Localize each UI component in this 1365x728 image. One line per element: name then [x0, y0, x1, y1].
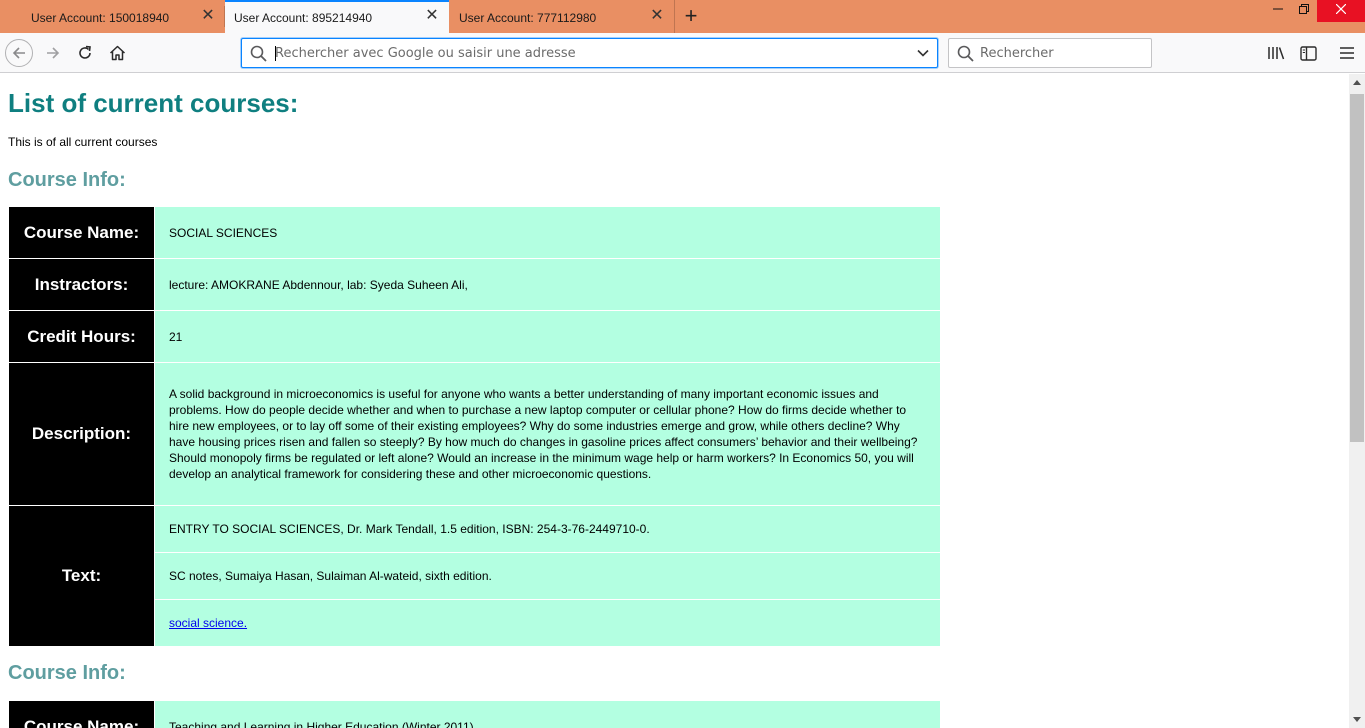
back-button[interactable]: [5, 39, 33, 67]
reload-button[interactable]: [71, 39, 99, 67]
address-bar[interactable]: [241, 38, 938, 68]
hamburger-menu-icon: [1340, 47, 1354, 59]
address-input[interactable]: [275, 44, 905, 62]
row-label: Credit Hours:: [9, 311, 154, 362]
description-value: A solid background in microeconomics is …: [155, 363, 940, 505]
page-title: List of current courses:: [8, 88, 299, 118]
tab-user-account-2[interactable]: User Account: 895214940 ✕: [225, 0, 449, 33]
page-viewport: List of current courses: This is of all …: [0, 74, 1349, 728]
row-label: Instractors:: [9, 259, 154, 310]
reload-icon: [79, 45, 91, 59]
sidebar-toggle-button[interactable]: [1297, 42, 1319, 64]
close-icon: [1335, 3, 1347, 15]
table-row: Course Name: SOCIAL SCIENCES: [9, 207, 940, 258]
table-row: Text: ENTRY TO SOCIAL SCIENCES, Dr. Mark…: [9, 506, 940, 646]
tab-user-account-1[interactable]: User Account: 150018940 ✕: [0, 0, 225, 33]
navigation-toolbar: [0, 33, 1365, 73]
home-icon: [109, 45, 125, 61]
textbook-link[interactable]: social science.: [169, 616, 247, 630]
back-arrow-icon: [12, 47, 25, 59]
course-info-heading: Course Info:: [8, 169, 126, 191]
tab-title: User Account: 895214940: [234, 11, 373, 25]
forward-arrow-icon: [47, 47, 60, 59]
course-info-table: Course Name: Teaching and Learning in Hi…: [8, 700, 941, 728]
caret-down-icon: [1353, 717, 1361, 722]
search-icon: [957, 45, 974, 62]
restore-icon: [1299, 4, 1309, 14]
search-input[interactable]: [980, 44, 1145, 62]
search-bar[interactable]: [948, 38, 1152, 68]
scroll-down-button[interactable]: [1349, 711, 1365, 728]
course-info-heading: Course Info:: [8, 662, 126, 684]
minimize-window-button[interactable]: [1266, 0, 1290, 22]
course-name-value: SOCIAL SCIENCES: [155, 207, 940, 258]
close-tab-icon[interactable]: ✕: [650, 8, 664, 24]
credit-hours-value: 21: [155, 311, 940, 362]
open-menu-button[interactable]: [1336, 42, 1358, 64]
scroll-up-button[interactable]: [1349, 74, 1365, 91]
textbook-value: ENTRY TO SOCIAL SCIENCES, Dr. Mark Tenda…: [155, 506, 940, 552]
tab-title: User Account: 150018940: [31, 11, 170, 25]
close-tab-icon[interactable]: ✕: [425, 8, 439, 24]
minimize-icon: [1273, 8, 1283, 10]
textbook-value: SC notes, Sumaiya Hasan, Sulaiman Al-wat…: [155, 553, 940, 599]
forward-button[interactable]: [39, 39, 67, 67]
library-button[interactable]: [1265, 42, 1287, 64]
restore-window-button[interactable]: [1292, 0, 1316, 22]
close-tab-icon[interactable]: ✕: [201, 8, 215, 24]
instructors-value: lecture: AMOKRANE Abdennour, lab: Syeda …: [155, 259, 940, 310]
library-icon: [1268, 47, 1285, 60]
home-button[interactable]: [103, 39, 131, 67]
vertical-scrollbar[interactable]: [1349, 74, 1365, 728]
close-window-button[interactable]: [1317, 0, 1365, 22]
chevron-down-icon[interactable]: [916, 46, 930, 60]
new-tab-button[interactable]: +: [680, 4, 702, 28]
row-label: Course Name:: [9, 701, 154, 728]
row-label: Text:: [9, 506, 154, 646]
sidebar-icon: [1299, 45, 1317, 61]
table-row: Course Name: Teaching and Learning in Hi…: [9, 701, 940, 728]
search-icon: [250, 45, 267, 62]
course-name-value: Teaching and Learning in Higher Educatio…: [155, 701, 940, 728]
table-row: Instractors: lecture: AMOKRANE Abdennour…: [9, 259, 940, 310]
table-row: Description: A solid background in micro…: [9, 363, 940, 505]
table-row: Credit Hours: 21: [9, 311, 940, 362]
scrollbar-thumb[interactable]: [1350, 94, 1364, 442]
row-label: Course Name:: [9, 207, 154, 258]
row-label: Description:: [9, 363, 154, 505]
textbook-link-cell: social science.: [155, 600, 940, 646]
page-intro-text: This is of all current courses: [8, 135, 158, 149]
course-info-table: Course Name: SOCIAL SCIENCES Instractors…: [8, 206, 941, 647]
caret-up-icon: [1353, 80, 1361, 85]
tab-title: User Account: 777112980: [459, 11, 597, 25]
text-caret: [275, 46, 276, 61]
tab-user-account-3[interactable]: User Account: 777112980 ✕: [449, 0, 675, 33]
tab-strip: User Account: 150018940 ✕ User Account: …: [0, 0, 1365, 33]
